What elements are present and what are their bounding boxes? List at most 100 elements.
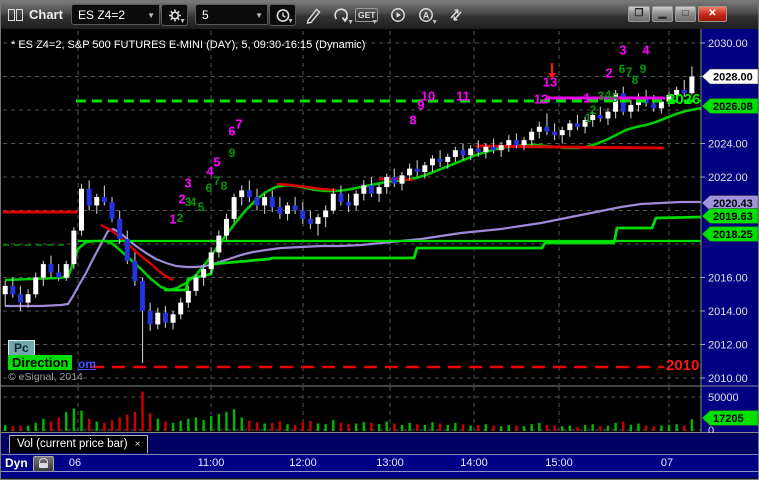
svg-text:1: 1	[169, 212, 176, 227]
chevron-down-icon: ▼	[147, 11, 155, 20]
svg-text:3: 3	[184, 176, 191, 191]
time-axis-bar[interactable]: Dyn 06 11:00 12:00 13:00 14:00 15:00 07	[1, 454, 758, 472]
price-axis-label: 2014.00	[708, 306, 748, 318]
svg-text:4: 4	[642, 43, 650, 58]
svg-text:13: 13	[543, 75, 557, 90]
svg-text:3: 3	[619, 43, 626, 58]
dock-button[interactable]: ❐	[628, 6, 650, 22]
svg-text:8: 8	[632, 73, 639, 87]
settings-gear-button[interactable]: ▼	[161, 4, 188, 26]
playback-button[interactable]	[385, 4, 411, 26]
chart-window: Chart ES Z4=2 ▼ ▼ 5 ▼ ▼ ▼ GET ▼ A ▼ ❐ ▁ …	[0, 0, 759, 480]
pencil-icon	[306, 8, 321, 24]
level-2010-label: 2010	[666, 357, 700, 374]
svg-text:8: 8	[409, 113, 416, 128]
price-tag-value: 2020.43	[713, 198, 753, 210]
get-data-button[interactable]: GET ▼	[353, 4, 379, 26]
close-button[interactable]: ✕	[698, 6, 727, 22]
time-axis-label: 13:00	[376, 457, 404, 469]
direction-indicator-badge: Direction	[8, 355, 73, 370]
om-link[interactable]: om	[78, 357, 96, 371]
lock-icon[interactable]	[33, 456, 54, 472]
volume-pane-background	[1, 386, 701, 433]
copyright-label: © eSignal, 2014	[8, 371, 83, 383]
svg-text:5: 5	[612, 91, 619, 105]
price-tag-value: 2019.63	[713, 211, 753, 223]
link-arrows-icon	[450, 9, 462, 21]
chevron-down-icon: ▼	[431, 19, 438, 26]
tab-volume[interactable]: Vol (current price bar) ×	[9, 435, 149, 453]
price-tag-value: 2018.25	[713, 229, 753, 241]
time-axis-label: 11:00	[197, 457, 225, 469]
level-2026-label: 2026	[667, 91, 701, 108]
svg-text:7: 7	[235, 117, 242, 132]
title-bar: Chart ES Z4=2 ▼ ▼ 5 ▼ ▼ ▼ GET ▼ A ▼ ❐ ▁ …	[1, 1, 758, 30]
price-axis-label: 2030.00	[708, 38, 748, 50]
price-axis-label: 2024.00	[708, 139, 748, 151]
minimize-icon: ▁	[658, 8, 667, 19]
draw-pencil-button[interactable]	[301, 4, 327, 26]
price-pane-background	[1, 29, 701, 386]
svg-text:2: 2	[590, 103, 597, 117]
price-axis-label: 2012.00	[708, 340, 748, 352]
close-icon[interactable]: ×	[135, 439, 141, 450]
time-axis-label: 06	[68, 457, 82, 469]
svg-text:A: A	[423, 10, 430, 20]
tab-volume-label: Vol (current price bar)	[17, 438, 128, 450]
svg-text:7: 7	[214, 174, 221, 188]
price-axis-label: 2022.00	[708, 172, 748, 184]
price-axis-label: 2010.00	[708, 373, 748, 385]
maximize-button[interactable]: □	[675, 6, 696, 22]
chart-title: * ES Z4=2, S&P 500 FUTURES E-MINI (DAY),…	[11, 39, 366, 51]
svg-text:6: 6	[206, 181, 213, 195]
pc-indicator-badge: Pc	[8, 340, 35, 356]
play-icon	[391, 8, 405, 22]
svg-text:4: 4	[605, 88, 612, 102]
symbol-dropdown[interactable]: ES Z4=2 ▼	[71, 4, 160, 25]
svg-text:2: 2	[177, 211, 184, 225]
dock-icon: ❐	[634, 8, 644, 19]
interval-value: 5	[202, 8, 209, 22]
alert-a-button[interactable]: A ▼	[413, 4, 439, 26]
chart-plot-area[interactable]: 123456 7 8910 11 1213123 4234 56 7 89123 4 56 78920…	[1, 29, 759, 433]
interval-clock-button[interactable]: ▼	[269, 4, 296, 26]
performance-curve-button[interactable]: ▼	[329, 4, 355, 26]
stop-red-flat	[475, 144, 665, 150]
interval-dropdown[interactable]: 5 ▼	[195, 4, 268, 25]
price-tag-value: 2026.08	[713, 101, 753, 113]
maximize-icon: □	[682, 8, 689, 19]
svg-text:3: 3	[598, 89, 605, 103]
volume-axis-label: 0	[708, 425, 714, 433]
svg-text:5: 5	[213, 155, 220, 170]
chevron-down-icon: ▼	[255, 11, 263, 20]
volume-axis-label: 50000	[708, 392, 739, 404]
chevron-down-icon: ▼	[287, 18, 294, 25]
svg-text:10: 10	[421, 89, 435, 104]
svg-text:9: 9	[229, 146, 236, 160]
time-axis-label: 14:00	[460, 457, 488, 469]
svg-text:9: 9	[640, 62, 647, 76]
svg-text:6: 6	[619, 62, 626, 76]
price-axis-label: 2016.00	[708, 273, 748, 285]
volume-tag-value: 17205	[713, 413, 744, 425]
svg-text:11: 11	[456, 89, 470, 104]
dyn-mode-label: Dyn	[5, 456, 28, 470]
pane-tab-row: Vol (current price bar) ×	[1, 433, 758, 454]
svg-text:8: 8	[221, 179, 228, 193]
svg-text:4: 4	[190, 195, 197, 209]
price-tag-value: 2028.00	[713, 72, 753, 84]
symbol-value: ES Z4=2	[78, 8, 126, 22]
window-title: Chart	[29, 7, 63, 22]
chart-window-icon	[8, 9, 24, 21]
minimize-button[interactable]: ▁	[652, 6, 673, 22]
svg-text:5: 5	[198, 200, 205, 214]
link-instruments-button[interactable]	[443, 4, 469, 26]
close-icon: ✕	[708, 8, 717, 19]
time-axis-label: 12:00	[289, 457, 317, 469]
svg-text:2: 2	[605, 66, 612, 81]
chevron-down-icon: ▼	[371, 19, 378, 26]
chevron-down-icon: ▼	[179, 18, 186, 25]
time-axis-label: 07	[660, 457, 674, 469]
svg-text:12: 12	[534, 92, 548, 107]
time-axis-label: 15:00	[545, 457, 573, 469]
